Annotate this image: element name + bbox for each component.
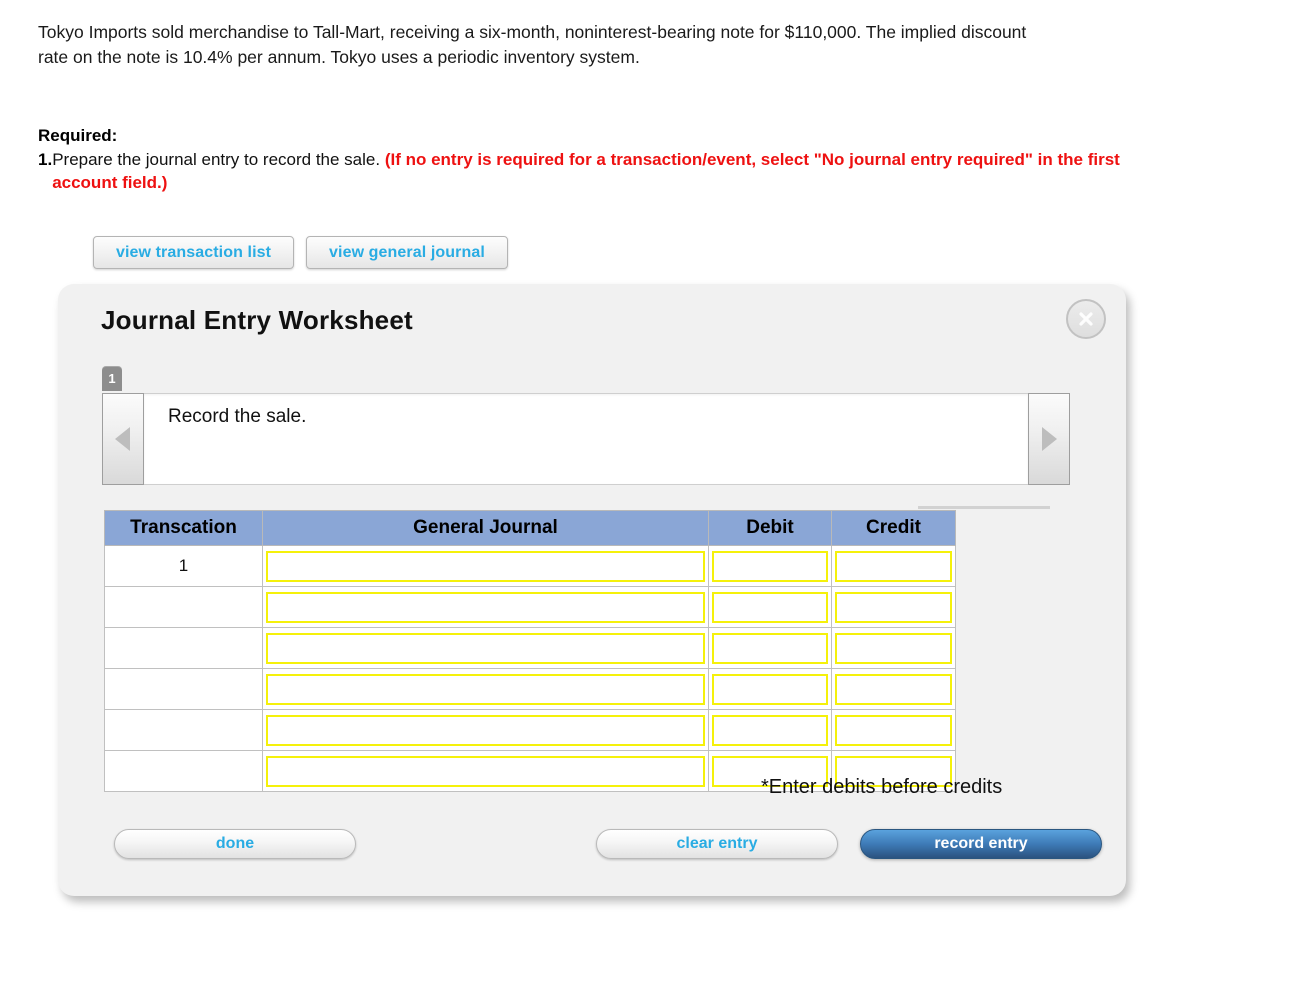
input-debit[interactable] <box>708 545 832 587</box>
input-credit-value[interactable] <box>835 550 952 582</box>
journal-entry-table: Transcation General Journal Debit Credit… <box>104 510 956 792</box>
view-general-journal-button[interactable]: view general journal <box>306 236 508 269</box>
input-debit-value[interactable] <box>712 673 828 705</box>
entry-tab-list: 1 <box>102 366 122 391</box>
input-debit-value[interactable] <box>712 591 828 623</box>
problem-statement: Tokyo Imports sold merchandise to Tall-M… <box>38 22 1027 67</box>
close-icon[interactable] <box>1066 299 1106 339</box>
required-label: Required: <box>38 126 118 145</box>
input-general-journal[interactable] <box>262 668 709 710</box>
required-block: Required: 1. Prepare the journal entry t… <box>38 124 1178 194</box>
input-debit[interactable] <box>708 586 832 628</box>
cell-transaction-number: 1 <box>104 545 263 587</box>
input-debit-value[interactable] <box>712 550 828 582</box>
input-credit[interactable] <box>831 709 956 751</box>
column-header-debit: Debit <box>708 510 832 546</box>
input-credit[interactable] <box>831 545 956 587</box>
done-button[interactable]: done <box>114 829 356 859</box>
input-credit-value[interactable] <box>835 673 952 705</box>
input-general-journal[interactable] <box>262 586 709 628</box>
record-entry-button[interactable]: record entry <box>860 829 1102 859</box>
table-row <box>104 627 956 669</box>
cell-transaction-number <box>104 586 263 628</box>
cell-transaction-number <box>104 627 263 669</box>
input-debit[interactable] <box>708 668 832 710</box>
input-general-journal-value[interactable] <box>266 632 705 664</box>
input-general-journal-value[interactable] <box>266 755 705 787</box>
table-row <box>104 586 956 628</box>
input-general-journal[interactable] <box>262 709 709 751</box>
enter-debits-note: *Enter debits before credits <box>761 776 1003 798</box>
table-row: 1 <box>104 545 956 587</box>
journal-entry-worksheet-panel: Journal Entry Worksheet 1 Record the sal… <box>58 284 1126 896</box>
previous-arrow-icon[interactable] <box>102 393 144 485</box>
input-general-journal-value[interactable] <box>266 673 705 705</box>
entry-tab-1[interactable]: 1 <box>102 366 122 391</box>
table-top-rule <box>918 506 1050 509</box>
table-row <box>104 709 956 751</box>
input-general-journal[interactable] <box>262 545 709 587</box>
cell-transaction-number <box>104 668 263 710</box>
required-item-text: Prepare the journal entry to record the … <box>52 150 385 169</box>
input-credit[interactable] <box>831 627 956 669</box>
input-general-journal-value[interactable] <box>266 714 705 746</box>
input-credit-value[interactable] <box>835 591 952 623</box>
entry-description: Record the sale. <box>144 393 1028 485</box>
input-general-journal-value[interactable] <box>266 591 705 623</box>
input-debit-value[interactable] <box>712 714 828 746</box>
column-header-credit: Credit <box>831 510 956 546</box>
clear-entry-button[interactable]: clear entry <box>596 829 838 859</box>
view-toggle-buttons: view transaction list view general journ… <box>93 236 508 269</box>
cell-transaction-number <box>104 750 263 792</box>
column-header-transaction: Transcation <box>104 510 263 546</box>
next-arrow-icon[interactable] <box>1028 393 1070 485</box>
required-item-1: 1. Prepare the journal entry to record t… <box>38 148 1178 194</box>
table-header-row: Transcation General Journal Debit Credit <box>104 510 956 546</box>
input-general-journal[interactable] <box>262 750 709 792</box>
input-general-journal[interactable] <box>262 627 709 669</box>
input-debit[interactable] <box>708 709 832 751</box>
input-credit[interactable] <box>831 668 956 710</box>
entry-navigator: Record the sale. <box>102 393 1070 485</box>
input-general-journal-value[interactable] <box>266 550 705 582</box>
required-item-number: 1. <box>38 150 53 169</box>
input-debit-value[interactable] <box>712 632 828 664</box>
input-debit[interactable] <box>708 627 832 669</box>
view-transaction-list-button[interactable]: view transaction list <box>93 236 295 269</box>
input-credit-value[interactable] <box>835 714 952 746</box>
table-row <box>104 668 956 710</box>
input-credit[interactable] <box>831 586 956 628</box>
column-header-general-journal: General Journal <box>262 510 709 546</box>
cell-transaction-number <box>104 709 263 751</box>
page-title: Journal Entry Worksheet <box>101 305 413 335</box>
input-credit-value[interactable] <box>835 632 952 664</box>
